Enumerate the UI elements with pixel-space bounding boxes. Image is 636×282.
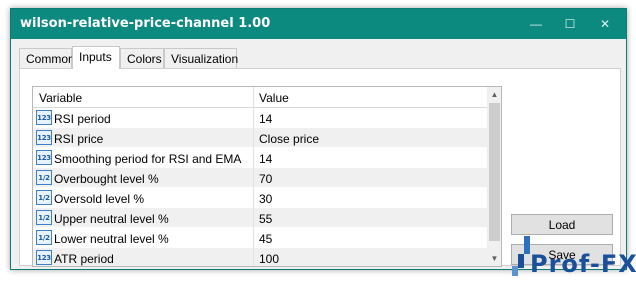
grid-rows: 123 RSI period 14 123 RSI price Close pr…: [33, 108, 487, 266]
table-row[interactable]: 123 RSI price Close price: [33, 128, 487, 148]
integer-icon: 123: [36, 130, 52, 145]
load-button[interactable]: Load: [511, 214, 613, 235]
integer-icon: 123: [36, 150, 52, 165]
header-value[interactable]: Value: [259, 91, 289, 105]
variable-cell: Upper neutral level %: [54, 212, 169, 226]
table-row[interactable]: 123 Smoothing period for RSI and EMA 14: [33, 148, 487, 168]
double-icon: 1/2: [36, 210, 52, 225]
watermark-text: Prof-FX: [530, 250, 636, 278]
value-cell[interactable]: 30: [259, 192, 272, 206]
scroll-down-icon[interactable]: ▼: [487, 251, 501, 266]
table-row[interactable]: 1/2 Oversold level % 30: [33, 188, 487, 208]
column-divider: [253, 168, 254, 188]
indicator-properties-dialog: wilson-relative-price-channel 1.00 — ☐ ✕…: [10, 8, 627, 270]
prof-fx-watermark: Prof-FX: [508, 236, 636, 280]
variable-cell: RSI price: [54, 132, 104, 146]
double-icon: 1/2: [36, 190, 52, 205]
table-row[interactable]: 123 RSI period 14: [33, 108, 487, 128]
value-cell[interactable]: 14: [259, 152, 272, 166]
close-icon[interactable]: ✕: [588, 9, 622, 39]
column-divider: [253, 128, 254, 148]
variable-cell: Oversold level %: [54, 192, 145, 206]
value-cell[interactable]: 100: [259, 252, 279, 266]
double-icon: 1/2: [36, 230, 52, 245]
grid-header: Variable Value: [33, 87, 487, 108]
vertical-scrollbar[interactable]: ▲ ▼: [487, 87, 501, 266]
variable-cell: ATR period: [54, 252, 114, 266]
integer-icon: 123: [36, 110, 52, 125]
column-divider: [253, 248, 254, 266]
inputs-grid: Variable Value 123 RSI period 14 123 RSI…: [32, 86, 502, 267]
tab-colors[interactable]: Colors: [120, 48, 164, 68]
table-row[interactable]: 123 ATR period 100: [33, 248, 487, 266]
scroll-thumb[interactable]: [489, 103, 500, 241]
table-row[interactable]: 1/2 Upper neutral level % 55: [33, 208, 487, 228]
tab-inputs[interactable]: Inputs: [72, 46, 120, 69]
column-divider: [253, 188, 254, 208]
scroll-up-icon[interactable]: ▲: [487, 87, 501, 102]
double-icon: 1/2: [36, 170, 52, 185]
variable-cell: Overbought level %: [54, 172, 159, 186]
variable-cell: Lower neutral level %: [54, 232, 169, 246]
column-divider: [253, 208, 254, 228]
variable-cell: Smoothing period for RSI and EMA: [54, 152, 242, 166]
table-row[interactable]: 1/2 Overbought level % 70: [33, 168, 487, 188]
value-cell[interactable]: 55: [259, 212, 272, 226]
header-variable[interactable]: Variable: [39, 91, 82, 105]
value-cell[interactable]: 45: [259, 232, 272, 246]
minimize-icon[interactable]: —: [519, 9, 553, 39]
title-bar[interactable]: wilson-relative-price-channel 1.00 — ☐ ✕: [11, 9, 626, 39]
value-cell[interactable]: 70: [259, 172, 272, 186]
column-divider: [253, 148, 254, 168]
integer-icon: 123: [36, 250, 52, 265]
tab-visualization[interactable]: Visualization: [164, 48, 238, 68]
header-divider: [253, 87, 254, 108]
column-divider: [253, 108, 254, 128]
maximize-icon[interactable]: ☐: [553, 9, 587, 39]
column-divider: [253, 228, 254, 248]
value-cell[interactable]: 14: [259, 112, 272, 126]
table-row[interactable]: 1/2 Lower neutral level % 45: [33, 228, 487, 248]
variable-cell: RSI period: [54, 112, 111, 126]
tab-common[interactable]: Common: [19, 48, 75, 68]
value-cell[interactable]: Close price: [259, 132, 319, 146]
window-title: wilson-relative-price-channel 1.00: [20, 16, 271, 31]
